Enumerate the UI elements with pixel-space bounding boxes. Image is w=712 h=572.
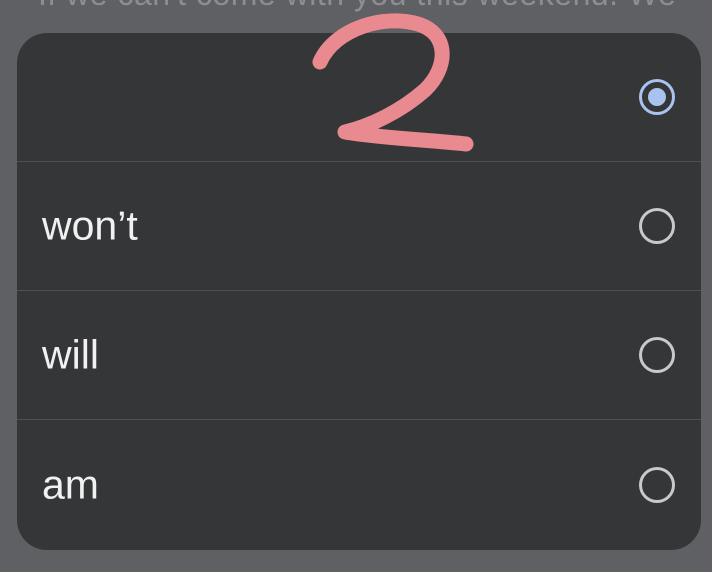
- background-sentence: If we can't come with you this weekend. …: [38, 0, 676, 13]
- radio-unselected-icon[interactable]: [639, 208, 675, 244]
- option-row-4[interactable]: am: [17, 420, 701, 549]
- option-label: won’t: [42, 202, 138, 249]
- option-row-3[interactable]: will: [17, 291, 701, 420]
- radio-unselected-icon[interactable]: [639, 466, 675, 503]
- radio-unselected-icon[interactable]: [639, 337, 675, 373]
- option-label: am: [42, 461, 99, 507]
- answer-options-sheet: won’t will am: [17, 33, 701, 550]
- option-row-1[interactable]: [17, 33, 701, 162]
- option-row-2[interactable]: won’t: [17, 162, 701, 291]
- option-label: will: [42, 331, 99, 378]
- radio-selected-icon[interactable]: [639, 79, 675, 115]
